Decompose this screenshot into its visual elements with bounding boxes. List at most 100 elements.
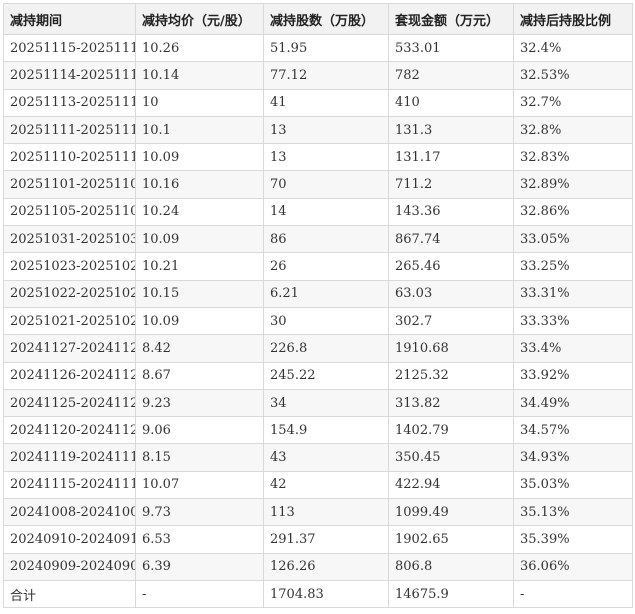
cell-period: 20241126-20241126 [3, 361, 136, 390]
cell-avg-price: 9.06 [135, 416, 264, 445]
cell-period: 20251031-20251031 [3, 225, 136, 254]
cell-holding-ratio: 32.53% [513, 61, 633, 90]
cell-amount: 1902.65 [388, 525, 514, 554]
cell-avg-price: 9.23 [135, 388, 264, 418]
cell-shares: 43 [263, 443, 389, 472]
cell-avg-price: 10.24 [135, 197, 264, 227]
cell-avg-price: 10 [135, 88, 264, 117]
table-row: 20241120-20241120 9.06 154.9 1402.79 34.57% [3, 416, 633, 445]
cell-holding-ratio: 35.13% [513, 498, 633, 527]
cell-holding-ratio: 32.83% [513, 143, 633, 172]
cell-holding-ratio: 33.4% [513, 334, 633, 363]
cell-avg-price: 10.14 [135, 61, 264, 90]
cell-holding-ratio: 35.39% [513, 525, 633, 554]
cell-holding-ratio: 33.31% [513, 279, 633, 308]
cell-period: 20240910-20240910 [3, 525, 136, 554]
cell-holding-ratio: 36.06% [513, 552, 633, 581]
table-row: 20240909-20240909 6.39 126.26 806.8 36.06% [3, 552, 633, 581]
cell-holding-ratio: 34.49% [513, 388, 633, 418]
cell-amount: 410 [388, 88, 514, 117]
table-row: 20251105-20251105 10.24 14 143.36 32.86% [3, 197, 633, 227]
cell-shares: 70 [263, 170, 389, 199]
table-row: 20251022-20251022 10.15 6.21 63.03 33.31% [3, 279, 633, 308]
reduction-table-container: 减持期间 减持均价（元/股） 减持股数（万股） 套现金额（万元） 减持后持股比例… [3, 3, 633, 609]
cell-period: 20251023-20251023 [3, 252, 136, 281]
cell-amount: 422.94 [388, 470, 514, 500]
cell-avg-price: 10.15 [135, 279, 264, 308]
header-amount: 套现金额（万元） [388, 3, 514, 35]
cell-holding-ratio: 32.8% [513, 115, 633, 145]
cell-amount: 14675.9 [388, 579, 514, 609]
cell-shares: 245.22 [263, 361, 389, 390]
table-row: 20251110-20251110 10.09 13 131.17 32.83% [3, 143, 633, 172]
cell-shares: 26 [263, 252, 389, 281]
cell-holding-ratio: 35.03% [513, 470, 633, 500]
cell-period: 20251101-20251103 [3, 170, 136, 199]
cell-period: 20251105-20251105 [3, 197, 136, 227]
cell-avg-price: 10.16 [135, 170, 264, 199]
cell-avg-price: 10.09 [135, 306, 264, 336]
cell-shares: 42 [263, 470, 389, 500]
cell-shares: 14 [263, 197, 389, 227]
cell-amount: 302.7 [388, 306, 514, 336]
table-row: 20251101-20251103 10.16 70 711.2 32.89% [3, 170, 633, 199]
cell-amount: 782 [388, 61, 514, 90]
cell-avg-price: 10.07 [135, 470, 264, 500]
cell-period: 20251114-20251114 [3, 61, 136, 90]
table-row: 20251114-20251114 10.14 77.12 782 32.53% [3, 61, 633, 90]
cell-holding-ratio: 33.33% [513, 306, 633, 336]
cell-shares: 51.95 [263, 33, 389, 63]
cell-shares: 6.21 [263, 279, 389, 308]
cell-holding-ratio: 32.4% [513, 33, 633, 63]
cell-avg-price: 8.15 [135, 443, 264, 472]
cell-period: 20251022-20251022 [3, 279, 136, 308]
cell-period: 20241127-20241127 [3, 334, 136, 363]
cell-holding-ratio: 33.92% [513, 361, 633, 390]
header-avg-price: 减持均价（元/股） [135, 3, 264, 35]
header-row: 减持期间 减持均价（元/股） 减持股数（万股） 套现金额（万元） 减持后持股比例 [3, 3, 633, 35]
cell-avg-price: 8.42 [135, 334, 264, 363]
cell-period: 20241008-20241008 [3, 498, 136, 527]
cell-shares: 30 [263, 306, 389, 336]
table-row: 20241119-20241119 8.15 43 350.45 34.93% [3, 443, 633, 472]
cell-holding-ratio: 32.89% [513, 170, 633, 199]
cell-shares: 41 [263, 88, 389, 117]
cell-shares: 86 [263, 225, 389, 254]
cell-holding-ratio: 32.7% [513, 88, 633, 117]
cell-amount: 131.3 [388, 115, 514, 145]
table-row: 20251113-20251113 10 41 410 32.7% [3, 88, 633, 117]
cell-shares: 154.9 [263, 416, 389, 445]
table-row: 20240910-20240910 6.53 291.37 1902.65 35.39% [3, 525, 633, 554]
cell-avg-price: 8.67 [135, 361, 264, 390]
cell-amount: 533.01 [388, 33, 514, 63]
cell-amount: 350.45 [388, 443, 514, 472]
cell-amount: 265.46 [388, 252, 514, 281]
cell-amount: 1910.68 [388, 334, 514, 363]
total-label: 合计 [3, 579, 136, 609]
share-reduction-table: 减持期间 减持均价（元/股） 减持股数（万股） 套现金额（万元） 减持后持股比例… [3, 3, 633, 609]
cell-shares: 13 [263, 115, 389, 145]
cell-period: 20251111-20251111 [3, 115, 136, 145]
cell-shares: 77.12 [263, 61, 389, 90]
cell-amount: 143.36 [388, 197, 514, 227]
cell-avg-price: 10.21 [135, 252, 264, 281]
cell-amount: 1099.49 [388, 498, 514, 527]
table-body: 20251115-20251117 10.26 51.95 533.01 32.4% 20… [3, 33, 633, 609]
cell-period: 20251021-20251021 [3, 306, 136, 336]
cell-amount: 711.2 [388, 170, 514, 199]
cell-shares: 113 [263, 498, 389, 527]
cell-amount: 63.03 [388, 279, 514, 308]
cell-shares: 291.37 [263, 525, 389, 554]
cell-holding-ratio: 34.57% [513, 416, 633, 445]
cell-shares: 126.26 [263, 552, 389, 581]
cell-avg-price: 10.26 [135, 33, 264, 63]
cell-period: 20241120-20241120 [3, 416, 136, 445]
cell-shares: 226.8 [263, 334, 389, 363]
cell-amount: 2125.32 [388, 361, 514, 390]
cell-amount: 806.8 [388, 552, 514, 581]
cell-amount: 867.74 [388, 225, 514, 254]
cell-holding-ratio: - [513, 579, 633, 609]
cell-holding-ratio: 34.93% [513, 443, 633, 472]
cell-avg-price: 6.39 [135, 552, 264, 581]
header-shares: 减持股数（万股） [263, 3, 389, 35]
